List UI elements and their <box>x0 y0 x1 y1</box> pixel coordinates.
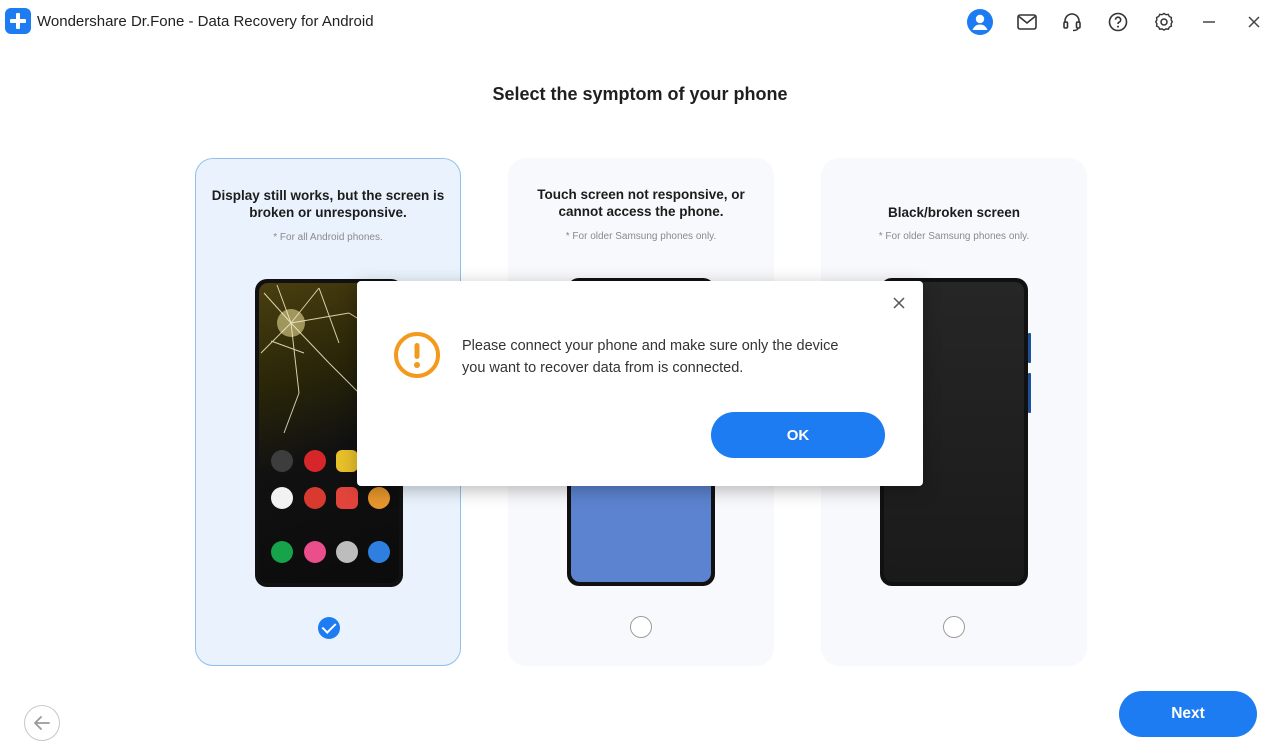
next-button[interactable]: Next <box>1119 691 1257 737</box>
app-logo-icon <box>5 8 31 34</box>
app-settings-icon <box>271 450 293 472</box>
app-tips-icon <box>368 487 390 509</box>
card-note: * For older Samsung phones only. <box>565 231 717 242</box>
app-messages-icon <box>368 541 390 563</box>
card-title: Black/broken screen <box>887 205 1021 220</box>
headset-icon[interactable] <box>1059 9 1085 35</box>
title-bar: Wondershare Dr.Fone - Data Recovery for … <box>0 0 1280 44</box>
account-icon[interactable] <box>967 9 993 35</box>
app-voice-recorder-icon <box>304 450 326 472</box>
app-gallery-icon <box>304 541 326 563</box>
card-note: * For older Samsung phones only. <box>878 231 1030 242</box>
symptom-radio[interactable] <box>630 616 652 638</box>
connect-phone-dialog: Please connect your phone and make sure … <box>357 281 923 486</box>
side-button <box>1028 373 1031 413</box>
app-notes-icon <box>336 487 358 509</box>
warning-icon <box>394 332 440 378</box>
symptom-radio-selected[interactable] <box>318 617 340 639</box>
app-my-files-icon <box>336 450 358 472</box>
side-button <box>1028 333 1031 363</box>
app-phone-icon <box>271 541 293 563</box>
help-icon[interactable] <box>1105 9 1131 35</box>
back-button[interactable] <box>24 705 60 741</box>
dialog-close-icon[interactable] <box>889 293 909 313</box>
card-note: * For all Android phones. <box>273 232 383 243</box>
ok-button[interactable]: OK <box>711 412 885 458</box>
app-camera-icon <box>336 541 358 563</box>
symptom-radio[interactable] <box>943 616 965 638</box>
mail-icon[interactable] <box>1014 9 1040 35</box>
window-title: Wondershare Dr.Fone - Data Recovery for … <box>37 13 374 30</box>
app-play-store-icon <box>271 487 293 509</box>
arrow-left-icon <box>34 716 50 730</box>
minimize-icon[interactable] <box>1196 9 1222 35</box>
card-title: Touch screen not responsive, or cannot a… <box>537 187 745 219</box>
dialog-message: Please connect your phone and make sure … <box>462 338 839 376</box>
card-title: Display still works, but the screen is b… <box>211 188 445 220</box>
page-title: Select the symptom of your phone <box>492 84 788 104</box>
close-icon[interactable] <box>1241 9 1267 35</box>
app-contacts-icon <box>304 487 326 509</box>
settings-icon[interactable] <box>1151 9 1177 35</box>
